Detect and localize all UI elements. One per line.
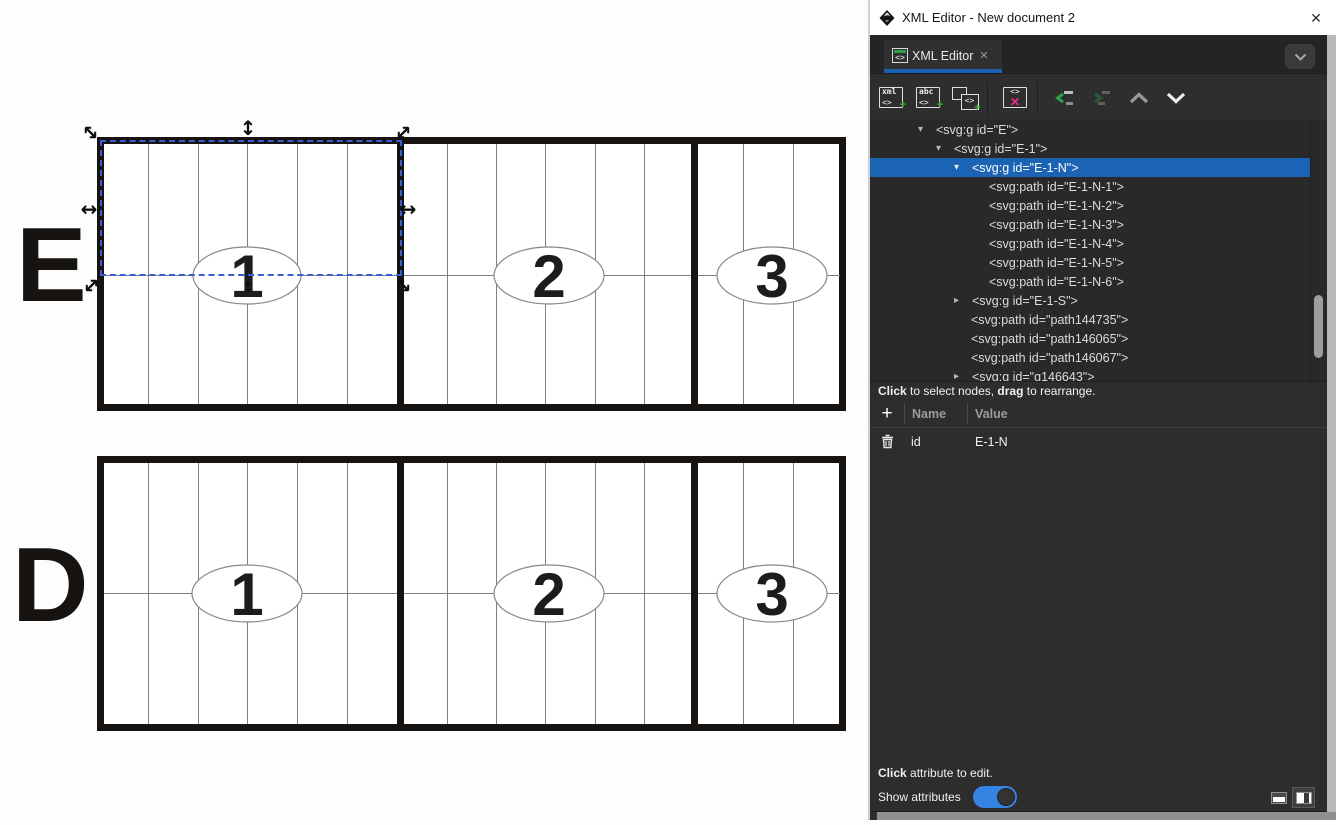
tree-row[interactable]: <svg:path id="E-1-N-3">	[870, 215, 1310, 234]
horizontal-split-icon	[1271, 792, 1287, 804]
scale-handle-bottom-icon[interactable]: ↕	[237, 277, 259, 299]
expander-collapsed-icon[interactable]: ▸	[954, 295, 972, 306]
scrollbar-thumb[interactable]	[1314, 295, 1323, 358]
expander-collapsed-icon[interactable]: ▸	[954, 371, 972, 382]
tree-hint-text: Click to select nodes, drag to rearrange…	[870, 382, 1327, 400]
attribute-value[interactable]: E-1-N	[967, 435, 1008, 449]
tab-label: XML Editor	[912, 49, 973, 63]
active-tab-indicator	[884, 69, 1002, 73]
attribute-hint-text: Click attribute to edit.	[870, 763, 1327, 783]
attribute-row[interactable]: id E-1-N	[870, 428, 1327, 455]
attribute-table-header: + Name Value	[870, 400, 1327, 428]
unindent-node-button[interactable]	[1049, 82, 1081, 114]
dialog-titlebar[interactable]: XML Editor - New document 2 ✕	[870, 0, 1336, 35]
indent-node-button[interactable]	[1086, 82, 1118, 114]
tree-row[interactable]: <svg:path id="path144735">	[870, 310, 1310, 329]
xml-tree[interactable]: ▾<svg:g id="E"> ▾<svg:g id="E-1"> ▾<svg:…	[870, 120, 1327, 382]
toolbar-separator	[1037, 81, 1038, 115]
move-node-up-button[interactable]	[1123, 82, 1155, 114]
tree-row[interactable]: <svg:path id="E-1-N-6">	[870, 272, 1310, 291]
attribute-table-empty-area	[870, 455, 1327, 763]
row-label-D[interactable]: D	[12, 532, 87, 638]
tree-row[interactable]: <svg:path id="E-1-N-1">	[870, 177, 1310, 196]
panel-menu-button[interactable]	[1285, 44, 1315, 69]
show-attributes-label: Show attributes	[878, 790, 961, 804]
new-text-node-icon: abc <> +	[916, 87, 940, 108]
show-attributes-toggle[interactable]	[973, 786, 1017, 808]
name-column-header: Name	[905, 407, 967, 421]
unindent-node-icon	[1055, 89, 1075, 107]
section-number-E3[interactable]: 3	[732, 245, 812, 309]
drawing-canvas[interactable]: E D 1 2 3 1 2 3 ↔ ↕ ↔ ↔ ↔ ↔ ↔ ↕	[0, 0, 870, 820]
tree-row[interactable]: <svg:path id="path146065">	[870, 329, 1310, 348]
value-column-header: Value	[968, 407, 1008, 421]
tree-row[interactable]: ▾<svg:g id="E-1">	[870, 139, 1310, 158]
tree-row[interactable]: <svg:path id="E-1-N-2">	[870, 196, 1310, 215]
tree-row[interactable]: <svg:path id="E-1-N-5">	[870, 253, 1310, 272]
trash-icon	[881, 434, 894, 449]
delete-attribute-button[interactable]	[870, 434, 904, 449]
xml-toolbar: xml <> + abc <> + <> + <> ✕	[870, 75, 1327, 120]
keyboard-diagrams-svg	[0, 0, 870, 820]
expander-open-icon[interactable]: ▾	[936, 143, 954, 154]
row-label-E[interactable]: E	[16, 212, 85, 318]
delete-node-icon: <> ✕	[1003, 87, 1027, 108]
dialog-title: XML Editor - New document 2	[902, 10, 1075, 25]
tab-strip: <> XML Editor ✕	[870, 35, 1327, 74]
chevron-down-icon	[1294, 53, 1307, 61]
new-text-node-button[interactable]: abc <> +	[912, 82, 944, 114]
indent-node-icon	[1092, 89, 1112, 107]
toolbar-separator	[987, 81, 988, 115]
section-number-E2[interactable]: 2	[509, 245, 589, 309]
duplicate-node-icon: <> +	[952, 86, 979, 110]
vertical-layout-button[interactable]	[1292, 787, 1315, 808]
tree-row-selected[interactable]: ▾<svg:g id="E-1-N">	[870, 158, 1310, 177]
arrow-up-icon	[1128, 91, 1150, 105]
expander-open-icon[interactable]: ▾	[918, 124, 936, 135]
attribute-name[interactable]: id	[904, 435, 967, 449]
move-node-down-button[interactable]	[1160, 82, 1192, 114]
scale-handle-top-icon[interactable]: ↕	[237, 117, 259, 139]
vertical-split-icon	[1296, 792, 1312, 804]
window-edge	[1327, 35, 1336, 820]
expander-open-icon[interactable]: ▾	[954, 162, 972, 173]
tree-row[interactable]: <svg:path id="E-1-N-4">	[870, 234, 1310, 253]
tree-row[interactable]: <svg:path id="path146067">	[870, 348, 1310, 367]
tree-scrollbar[interactable]	[1310, 120, 1327, 382]
toggle-knob	[997, 788, 1015, 806]
duplicate-node-button[interactable]: <> +	[949, 82, 981, 114]
horizontal-layout-button[interactable]	[1267, 787, 1290, 808]
window-shadow	[877, 812, 1336, 820]
tab-close-icon[interactable]: ✕	[979, 49, 988, 62]
xml-node-icon: <>	[892, 48, 908, 63]
delete-node-button[interactable]: <> ✕	[999, 82, 1031, 114]
close-icon[interactable]: ✕	[1306, 8, 1326, 28]
arrow-down-icon	[1165, 91, 1187, 105]
selection-bbox	[100, 140, 402, 276]
tree-row[interactable]: ▾<svg:g id="E">	[870, 120, 1310, 139]
new-element-node-button[interactable]: xml <> +	[875, 82, 907, 114]
inkscape-logo-icon	[878, 9, 896, 27]
add-attribute-button[interactable]: +	[870, 403, 904, 425]
tree-row[interactable]: ▸<svg:g id="g146643">	[870, 367, 1310, 382]
tab-xml-editor[interactable]: <> XML Editor ✕	[884, 40, 1002, 71]
scale-handle-left-icon[interactable]: ↔	[78, 198, 100, 220]
dialog-footer: Show attributes	[870, 783, 1327, 812]
scale-handle-right-icon[interactable]: ↔	[397, 198, 419, 220]
new-element-node-icon: xml <> +	[879, 87, 903, 108]
tree-row[interactable]: ▸<svg:g id="E-1-S">	[870, 291, 1310, 310]
section-number-D3[interactable]: 3	[732, 563, 812, 627]
section-number-D2[interactable]: 2	[509, 563, 589, 627]
section-number-D1[interactable]: 1	[207, 563, 287, 627]
